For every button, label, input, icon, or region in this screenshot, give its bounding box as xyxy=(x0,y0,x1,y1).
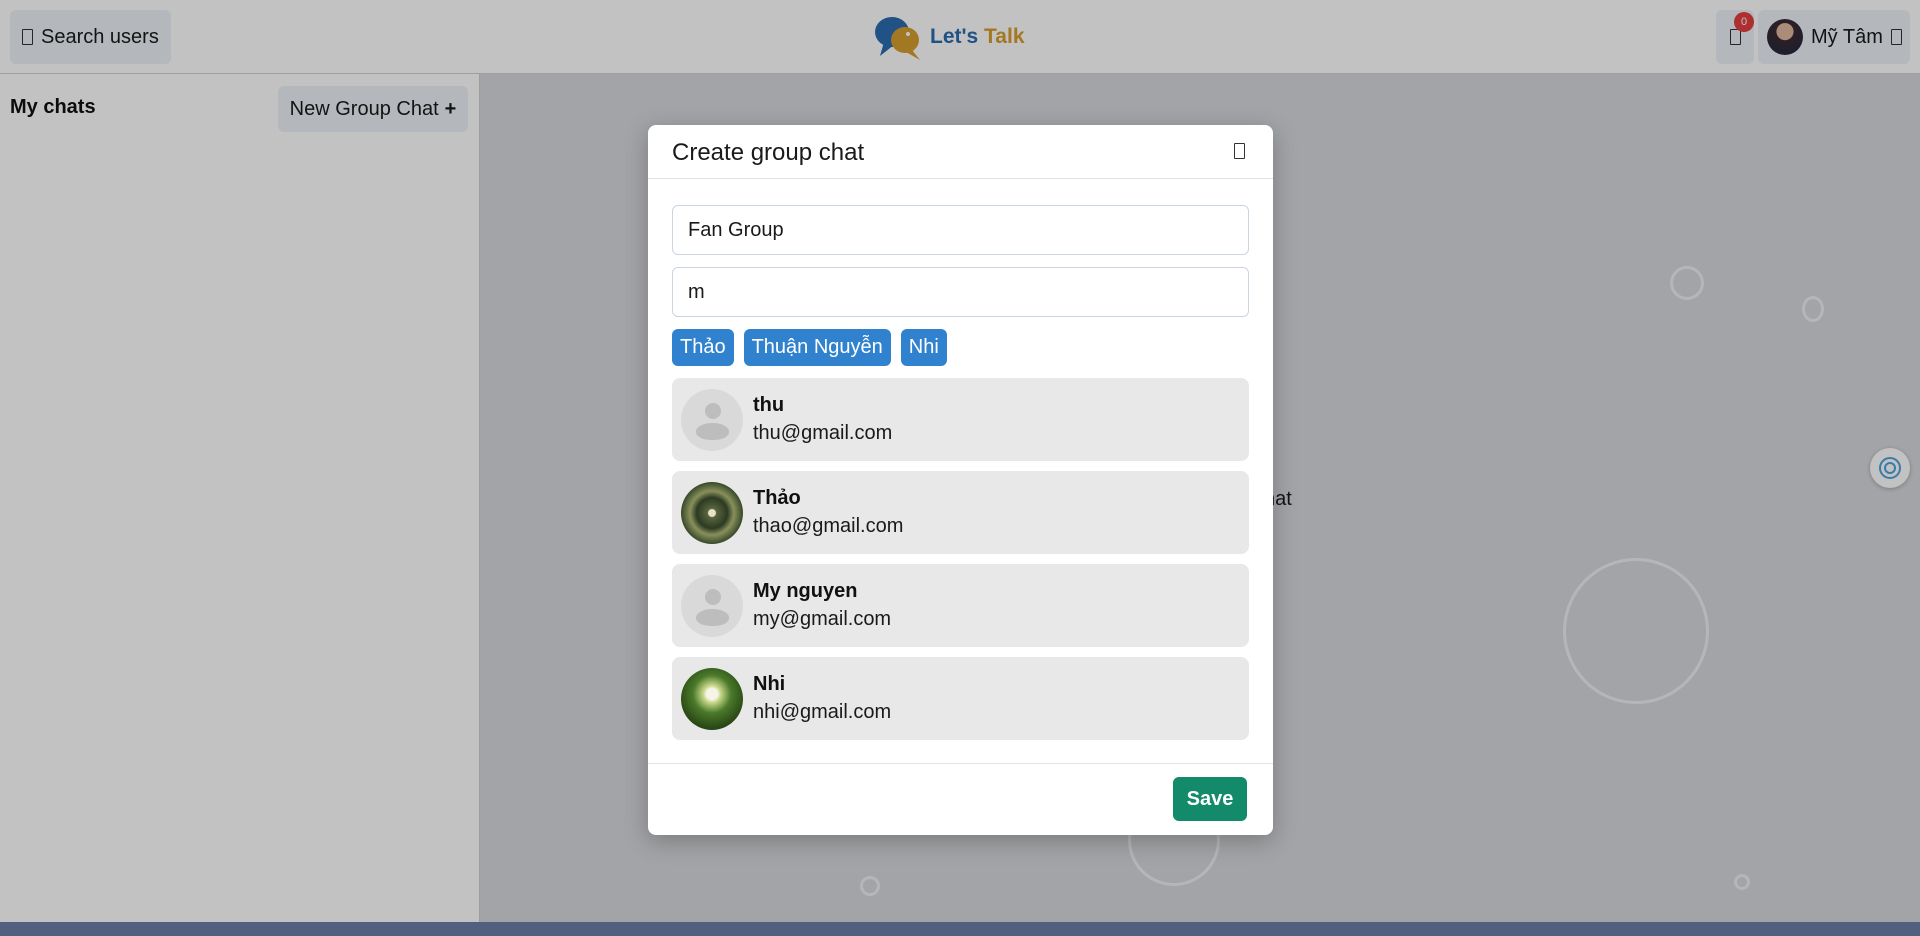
user-email: nhi@gmail.com xyxy=(753,701,892,723)
selected-user-chip[interactable]: Thuận Nguyễn xyxy=(743,329,891,366)
user-info: thu thu@gmail.com xyxy=(753,394,892,445)
user-name: Nhi xyxy=(753,673,786,695)
avatar xyxy=(681,481,743,544)
selected-users: Thảo Thuận Nguyễn Nhi xyxy=(672,329,1249,366)
user-email: thu@gmail.com xyxy=(753,422,893,444)
dialog-title: Create group chat xyxy=(672,139,865,166)
add-users-search-input[interactable] xyxy=(672,267,1249,317)
user-list-item[interactable]: Thảo thao@gmail.com xyxy=(672,471,1249,554)
save-button[interactable]: Save xyxy=(1173,777,1247,821)
close-button[interactable] xyxy=(1231,141,1247,161)
user-name: Thảo xyxy=(753,487,801,509)
dialog-header: Create group chat xyxy=(648,125,1273,179)
user-info: Nhi nhi@gmail.com xyxy=(753,673,891,724)
dialog-footer: Save xyxy=(648,763,1273,835)
group-name-input[interactable] xyxy=(672,205,1249,255)
avatar xyxy=(681,667,743,730)
selected-user-chip[interactable]: Nhi xyxy=(900,329,947,366)
default-avatar xyxy=(681,388,743,451)
user-list-item[interactable]: thu thu@gmail.com xyxy=(672,378,1249,461)
default-avatar xyxy=(681,574,743,637)
create-group-chat-dialog: Create group chat Thảo Thuận Nguyễn Nhi … xyxy=(648,125,1273,835)
user-name: thu xyxy=(753,394,785,416)
selected-user-chip[interactable]: Thảo xyxy=(672,329,734,366)
close-icon xyxy=(1233,143,1245,159)
dialog-body: Thảo Thuận Nguyễn Nhi thu thu@gmail.com … xyxy=(672,205,1249,750)
user-list-item[interactable]: Nhi nhi@gmail.com xyxy=(672,657,1249,740)
user-name: My nguyen xyxy=(753,580,858,602)
user-email: thao@gmail.com xyxy=(753,515,904,537)
user-list-item[interactable]: My nguyen my@gmail.com xyxy=(672,564,1249,647)
user-info: Thảo thao@gmail.com xyxy=(753,487,903,538)
user-info: My nguyen my@gmail.com xyxy=(753,580,891,631)
user-email: my@gmail.com xyxy=(753,608,892,630)
